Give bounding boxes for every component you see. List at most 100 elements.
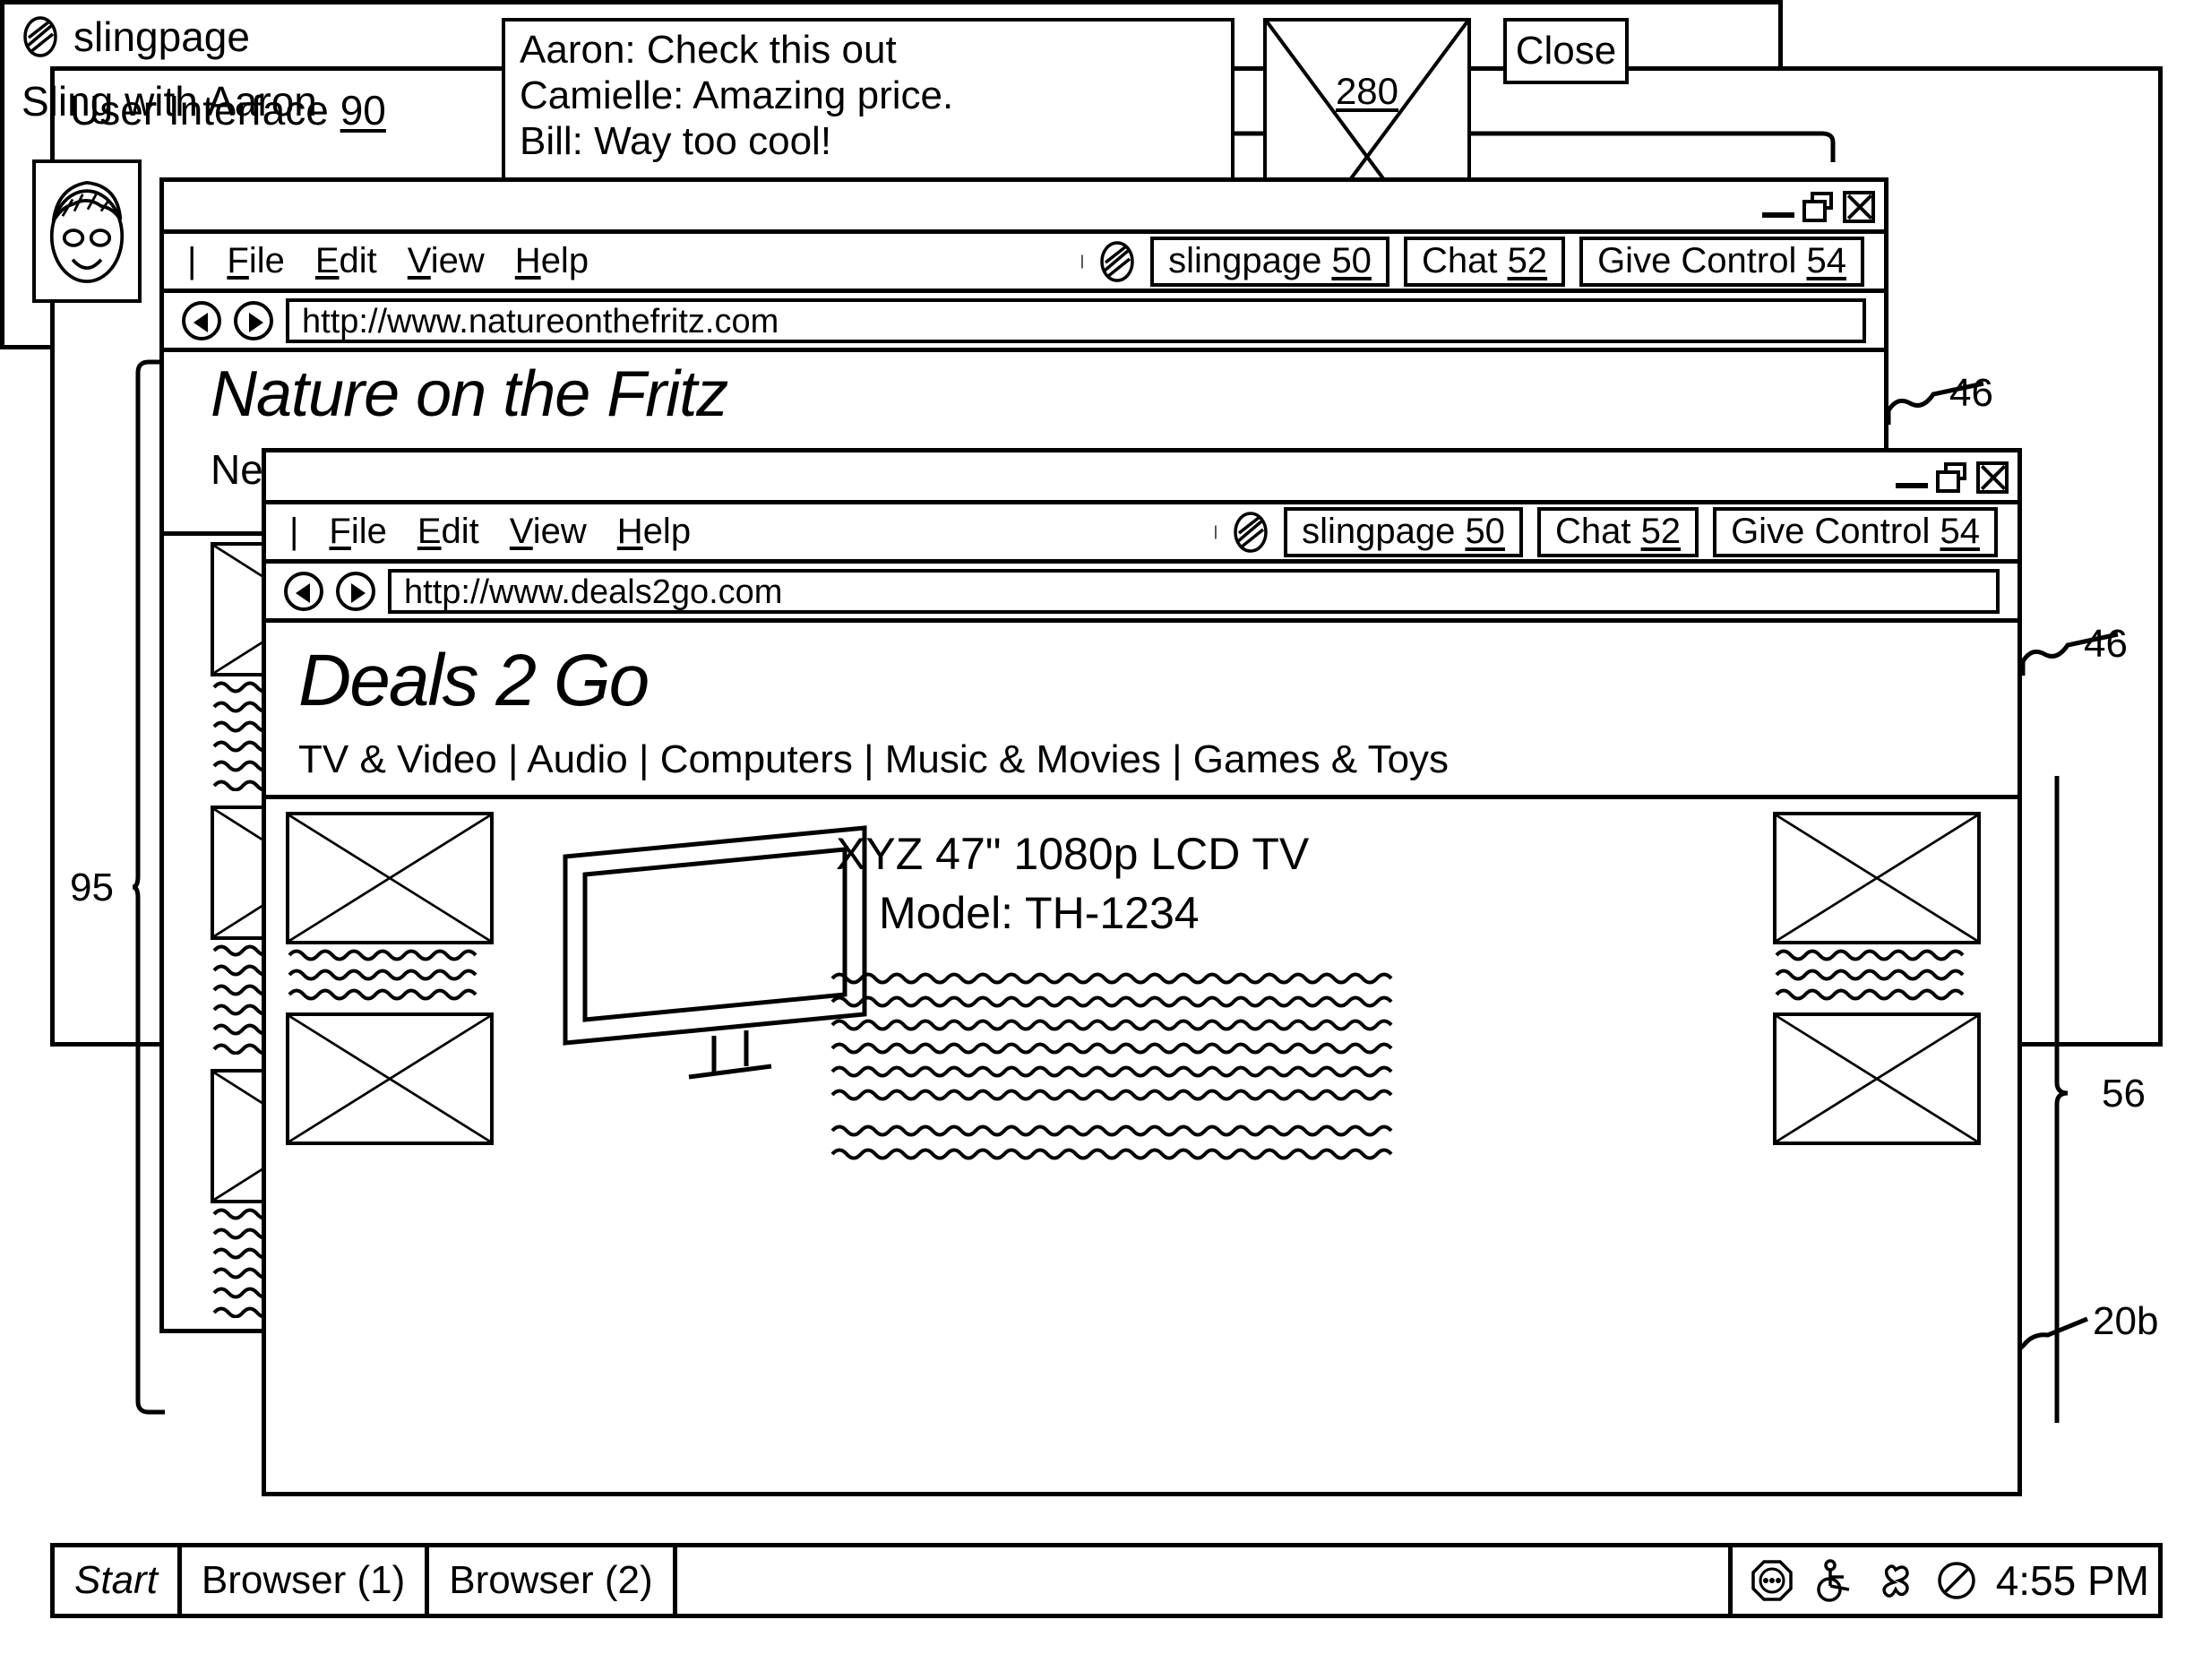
nav-link-computers[interactable]: Computers	[660, 737, 853, 781]
nav-link-tv-video[interactable]: TV & Video	[298, 737, 497, 781]
toolbar-chat-number: 52	[1640, 511, 1682, 551]
menu-item-edit[interactable]: Edit	[417, 512, 479, 552]
product-description-lines	[830, 972, 1393, 1160]
minimize-icon[interactable]	[1896, 483, 1928, 488]
sling-toolbar-back[interactable]: | slingpage 50 Chat 52 Give Control 54	[1080, 236, 1884, 287]
nav-link-audio[interactable]: Audio	[527, 737, 628, 781]
user-face-avatar	[49, 180, 125, 283]
sling-session-label: Sling with Aaron	[22, 78, 317, 125]
placeholder-image	[286, 1012, 494, 1145]
toolbar-give-control-number: 54	[1806, 240, 1847, 280]
toolbar-button-slingpage[interactable]: slingpage 50	[1284, 506, 1523, 557]
clover-icon[interactable]	[1872, 1559, 1915, 1602]
page-content-front: Deals 2 Go TV & Video | Audio | Computer…	[266, 623, 2017, 1487]
menu-item-view[interactable]: View	[408, 241, 485, 281]
avatar	[32, 159, 142, 303]
ref-56: 56	[2102, 1072, 2146, 1116]
url-input-front[interactable]: http://www.deals2go.com	[388, 568, 2000, 614]
toolbar-button-give-control[interactable]: Give Control 54	[1713, 506, 1998, 557]
toolbar-chat-label: Chat	[1554, 511, 1631, 551]
titlebar-front[interactable]	[266, 452, 2017, 504]
back-arrow-icon[interactable]	[284, 571, 323, 611]
menu-items-back[interactable]: | File Edit View Help	[164, 241, 589, 281]
toolbar-separator: |	[1213, 523, 1218, 539]
nav-sep: |	[508, 737, 519, 781]
start-button[interactable]: Start	[55, 1547, 182, 1614]
menubar-front[interactable]: | File Edit View Help | slingpage 50 Cha…	[266, 504, 2017, 564]
url-input-back[interactable]: http://www.natureonthefritz.com	[286, 297, 1866, 343]
taskbar-item-browser-2[interactable]: Browser (2)	[429, 1547, 677, 1614]
octagon-dots-icon[interactable]	[1751, 1559, 1794, 1602]
nav-link-music-movies[interactable]: Music & Movies	[885, 737, 1161, 781]
nav-sep: |	[639, 737, 650, 781]
menu-item-edit[interactable]: Edit	[315, 241, 377, 281]
close-icon[interactable]	[1976, 461, 2009, 494]
addressbar-back[interactable]: http://www.natureonthefritz.com	[164, 293, 1884, 352]
toolbar-button-slingpage[interactable]: slingpage 50	[1150, 236, 1389, 287]
toolbar-give-control-label: Give Control	[1731, 511, 1931, 551]
menubar-back[interactable]: | File Edit View Help | slingpage 50 Cha…	[164, 234, 1884, 293]
window-controls-front[interactable]	[1896, 456, 2009, 499]
menu-item-help[interactable]: Help	[617, 512, 691, 552]
close-icon[interactable]	[1843, 191, 1875, 223]
menu-item-file[interactable]: File	[329, 512, 386, 552]
left-ad-column	[286, 812, 494, 1145]
nav-link-games-toys[interactable]: Games & Toys	[1193, 737, 1449, 781]
menu-separator: |	[187, 241, 197, 280]
addressbar-front[interactable]: http://www.deals2go.com	[266, 564, 2017, 623]
ref-95: 95	[70, 866, 114, 909]
toolbar-slingpage-label: slingpage	[1302, 511, 1456, 551]
browser-window-front[interactable]: | File Edit View Help | slingpage 50 Cha…	[262, 448, 2022, 1496]
titlebar-back[interactable]	[164, 182, 1884, 234]
toolbar-button-give-control[interactable]: Give Control 54	[1579, 236, 1864, 287]
close-button[interactable]: Close	[1503, 18, 1629, 84]
toolbar-chat-label: Chat	[1421, 240, 1498, 280]
product-model: Model: TH-1234	[879, 888, 1200, 938]
forward-arrow-icon[interactable]	[234, 300, 273, 340]
shared-image-number: 280	[1335, 70, 1399, 113]
placeholder-image	[286, 812, 494, 944]
chat-log: Aaron: Check this out Camielle: Amazing …	[502, 18, 1235, 194]
placeholder-text-lines	[1775, 949, 1965, 1001]
sling-toolbar-front[interactable]: | slingpage 50 Chat 52 Give Control 54	[1213, 506, 2017, 557]
placeholder-image	[1773, 1012, 1981, 1145]
accessibility-icon[interactable]	[1813, 1559, 1853, 1602]
site-nav-front[interactable]: TV & Video | Audio | Computers | Music &…	[266, 723, 2017, 795]
right-ad-column	[1773, 812, 1981, 1145]
taskbar-item-browser-1[interactable]: Browser (1)	[182, 1547, 430, 1614]
toolbar-give-control-number: 54	[1940, 511, 1981, 551]
forward-arrow-icon[interactable]	[336, 571, 375, 611]
restore-icon[interactable]	[1802, 192, 1835, 222]
ref-46-back: 46	[1949, 371, 1993, 415]
slingpage-spiral-icon	[1234, 511, 1268, 553]
menu-separator: |	[289, 512, 299, 551]
restore-icon[interactable]	[1936, 462, 1968, 493]
back-arrow-icon[interactable]	[182, 300, 221, 340]
toolbar-button-chat[interactable]: Chat 52	[1536, 506, 1699, 557]
menu-items-front[interactable]: | File Edit View Help	[266, 512, 691, 552]
toolbar-slingpage-number: 50	[1331, 240, 1372, 280]
toolbar-slingpage-label: slingpage	[1168, 240, 1322, 280]
toolbar-slingpage-number: 50	[1465, 511, 1505, 551]
toolbar-separator: |	[1080, 253, 1085, 269]
menu-item-help[interactable]: Help	[515, 241, 589, 281]
placeholder-text-lines	[288, 949, 477, 1001]
site-title-back: Nature on the Fritz	[211, 358, 728, 430]
nav-sep: |	[1172, 737, 1183, 781]
toolbar-chat-number: 52	[1507, 240, 1548, 280]
product-name: XYZ 47" 1080p LCD TV	[836, 829, 1310, 879]
toolbar-button-chat[interactable]: Chat 52	[1403, 236, 1566, 287]
product-area: XYZ 47" 1080p LCD TV Model: TH-1234	[266, 795, 2017, 1297]
taskbar-spacer	[677, 1547, 1733, 1614]
window-controls-back[interactable]	[1762, 185, 1875, 228]
chat-message: Aaron: Check this out	[520, 28, 897, 72]
menu-item-file[interactable]: File	[227, 241, 284, 281]
menu-item-view[interactable]: View	[510, 512, 587, 552]
nav-sep: |	[864, 737, 874, 781]
taskbar[interactable]: Start Browser (1) Browser (2) 4:55 PM	[50, 1543, 2163, 1618]
no-entry-icon[interactable]	[1935, 1559, 1978, 1602]
minimize-icon[interactable]	[1762, 212, 1794, 218]
system-tray[interactable]	[1733, 1547, 1996, 1614]
site-title-front: Deals 2 Go	[298, 640, 650, 721]
toolbar-give-control-label: Give Control	[1597, 240, 1797, 280]
